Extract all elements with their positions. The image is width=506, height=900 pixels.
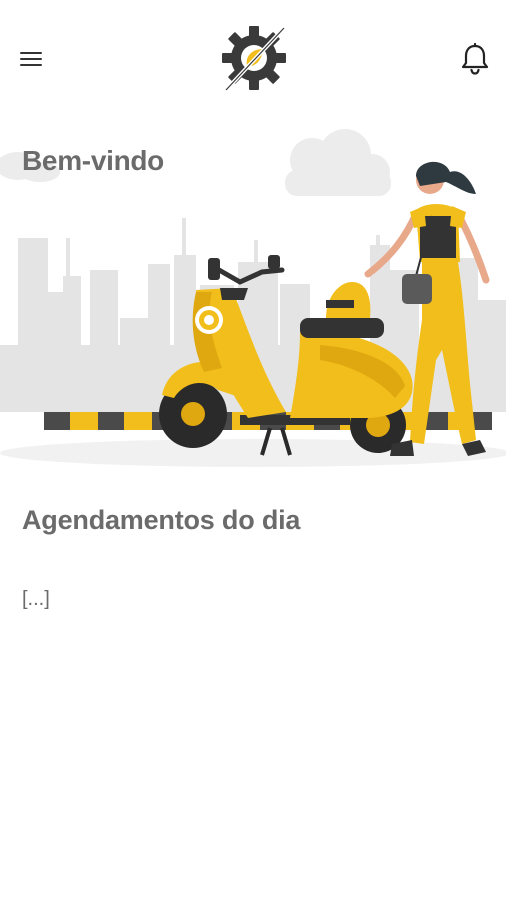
app-header	[0, 0, 506, 118]
cloud-right	[285, 129, 391, 196]
appointments-placeholder: [...]	[22, 588, 50, 610]
daily-appointments-title: Agendamentos do dia	[22, 505, 301, 535]
welcome-heading: Bem-vindo	[22, 145, 164, 176]
gear-leaf-logo-icon	[222, 26, 286, 92]
bell-icon[interactable]	[456, 40, 494, 78]
hamburger-menu-icon[interactable]	[16, 46, 48, 72]
